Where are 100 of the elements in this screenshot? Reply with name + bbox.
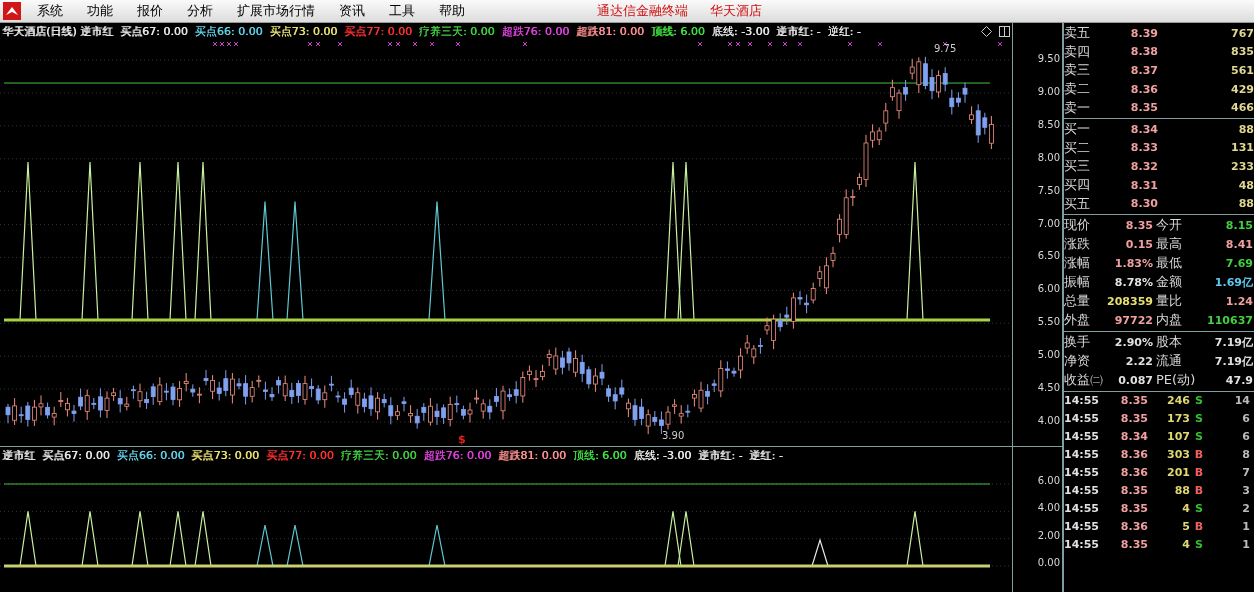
stat-value: 97722 [1113,313,1153,327]
tick-side: S [1194,538,1204,552]
stat-label: 最高 [1155,235,1183,254]
indicator-value: 逆红: - [827,23,861,39]
order-price: 8.30 [1129,197,1158,211]
menu-item[interactable]: 工具 [377,2,427,20]
menu-item[interactable]: 帮助 [427,2,477,20]
signal-spike [256,524,274,567]
high-price-label: 9.75 [934,43,957,54]
stat-value: 208359 [1106,294,1153,308]
tick-time: 14:55 [1064,502,1100,516]
indicator-value: 超跌76: 0.00 [423,447,492,463]
indicator-value: 疗养三天: 0.00 [418,23,495,39]
stat-label: 现价 [1064,216,1091,235]
indicator-value: 超跌76: 0.00 [501,23,570,39]
indicator-value: 买点66: 0.00 [194,23,263,39]
tick-volume: 88 [1173,484,1190,498]
axis-tick-label: 8.00 [1037,151,1060,163]
axis-tick-label: 9.00 [1037,85,1060,97]
chart-title: 华天酒店(日线) 逆市红 [2,23,114,39]
order-level-label: 买一 [1064,120,1091,139]
indicator-value: 超跌81: 0.00 [576,23,644,39]
tick-side: S [1194,412,1204,426]
tick-price: 8.35 [1119,538,1148,552]
tick-count: 14 [1233,394,1250,408]
order-volume: 835 [1230,45,1254,59]
indicator-value: 买点67: 0.00 [42,447,110,463]
order-volume: 466 [1230,101,1254,115]
stat-label: 内盘 [1155,311,1183,330]
axis-tick-label: 4.50 [1037,382,1060,394]
indicator-value: 疗养三天: 0.00 [340,447,417,463]
axis-tick-label: 4.00 [1037,415,1060,426]
stat-label: 流通 [1155,352,1183,371]
signal-spike [169,510,187,567]
menu-item[interactable]: 系统 [25,2,75,20]
stat-label: 换手 [1064,333,1091,352]
menu-item[interactable]: 资讯 [327,2,377,20]
order-price: 8.36 [1129,82,1158,96]
axis-tick-label: 7.50 [1037,184,1060,196]
menu-item[interactable]: 分析 [175,2,225,20]
tick-volume: 4 [1181,538,1190,552]
diamond-icon[interactable] [981,25,992,37]
signal-spike [428,524,446,567]
stat-label: 收益㈡ [1064,371,1104,390]
indicator-value: 买点67: 0.00 [120,23,188,39]
axis-tick-label: 4.00 [1037,502,1060,514]
stat-label: 股本 [1155,333,1183,352]
order-volume: 233 [1230,159,1254,173]
tick-count: 1 [1241,520,1250,534]
tick-volume: 173 [1166,412,1190,426]
signal-spike [194,510,212,567]
order-level-label: 买五 [1064,194,1091,213]
order-level-label: 买四 [1064,176,1091,195]
stat-label: 总量 [1064,292,1091,311]
stat-value: 1.24 [1224,294,1253,308]
tick-side: B [1193,448,1205,462]
tick-side: S [1194,394,1204,408]
app-logo-icon [3,2,21,20]
menu-item[interactable]: 报价 [125,2,175,20]
stat-label: 今开 [1155,216,1183,235]
indicator-value: 买点77: 0.00 [266,447,334,463]
menu-item[interactable]: 功能 [75,2,125,20]
tick-time: 14:55 [1064,430,1100,444]
stat-label: PE(动) [1155,371,1195,390]
order-price: 8.39 [1129,26,1158,40]
tick-count: 8 [1241,448,1250,462]
order-price: 8.35 [1129,101,1158,115]
signal-spike [906,510,924,567]
menu-item[interactable]: 扩展市场行情 [225,2,327,20]
stat-value: 0.087 [1117,373,1153,387]
tick-price: 8.35 [1119,412,1148,426]
axis-tick-label: 8.50 [1037,118,1060,130]
tick-time: 14:55 [1064,538,1100,552]
tick-side: B [1193,484,1205,498]
panel-toggle-icon[interactable] [999,25,1010,37]
tick-count: 1 [1241,538,1250,552]
signal-spike [286,524,304,567]
signal-spike [677,510,695,567]
stat-label: 金额 [1155,273,1183,292]
tick-price: 8.36 [1119,448,1148,462]
order-volume: 429 [1230,82,1254,96]
tick-time: 14:55 [1064,448,1100,462]
indicator-value: 买点66: 0.00 [116,447,185,463]
order-level-label: 买二 [1064,138,1091,157]
stat-value: 7.69 [1224,256,1253,270]
signal-mark: $ [458,433,466,446]
indicator-value: 买点77: 0.00 [344,23,412,39]
order-price: 8.32 [1129,159,1158,173]
order-level-label: 卖四 [1064,42,1091,61]
tick-time: 14:55 [1064,412,1100,426]
tick-price: 8.36 [1119,520,1148,534]
chart-title: 逆市红 [2,447,35,463]
tick-side: S [1194,502,1204,516]
window-title: 华天酒店 [710,2,762,20]
indicator-value: 买点73: 0.00 [269,23,338,39]
order-price: 8.33 [1129,141,1158,155]
tick-volume: 303 [1166,448,1190,462]
stat-label: 振幅 [1064,273,1091,292]
tick-volume: 201 [1166,466,1190,480]
stat-label: 净资 [1064,352,1091,371]
